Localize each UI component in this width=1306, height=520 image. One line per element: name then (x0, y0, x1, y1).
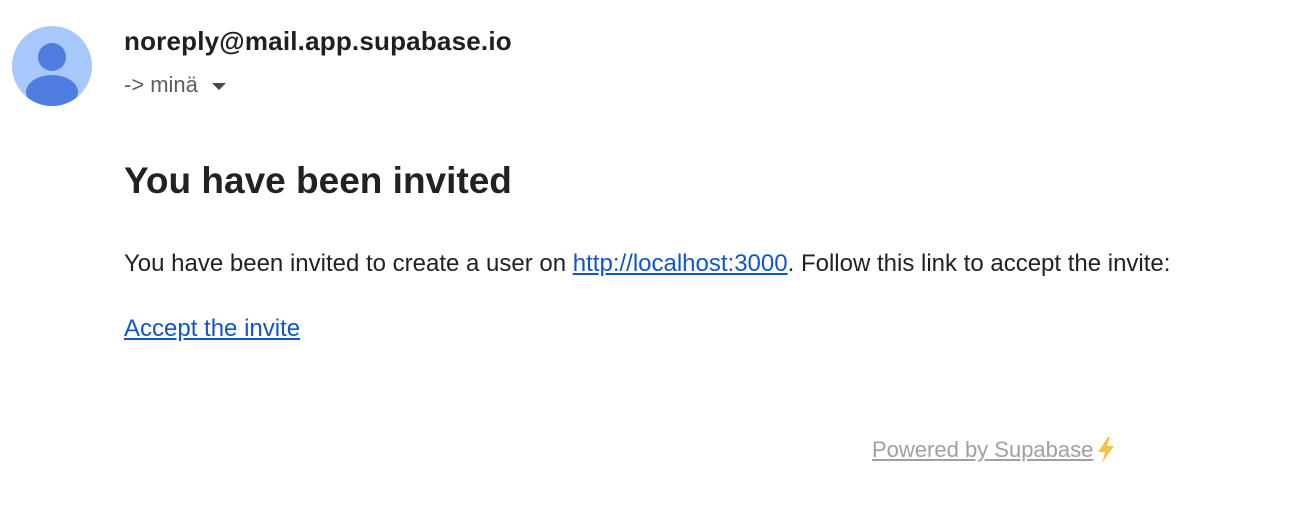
powered-by-footer: Powered by Supabase (872, 436, 1117, 464)
caret-down-icon[interactable] (211, 82, 226, 90)
email-body-text: You have been invited to create a user o… (124, 250, 1170, 278)
lightning-bolt-icon (1098, 437, 1115, 463)
body-text-after-link: . Follow this link to accept the invite: (787, 250, 1171, 277)
accept-invite-container: Accept the invite (124, 315, 300, 343)
recipient-name: minä (150, 72, 198, 97)
person-avatar-icon (12, 26, 92, 106)
sender-avatar[interactable] (12, 26, 92, 106)
body-text-before-link: You have been invited to create a user o… (124, 250, 573, 277)
powered-by-supabase-link[interactable]: Powered by Supabase (872, 437, 1093, 463)
accept-invite-link[interactable]: Accept the invite (124, 315, 300, 342)
recipient-details-toggle[interactable]: -> minä (124, 72, 226, 98)
email-message: noreply@mail.app.supabase.io -> minä You… (0, 0, 1306, 520)
recipient-prefix: -> (124, 72, 145, 97)
localhost-link[interactable]: http://localhost:3000 (573, 250, 788, 277)
email-heading: You have been invited (124, 160, 512, 201)
sender-address[interactable]: noreply@mail.app.supabase.io (124, 26, 512, 57)
